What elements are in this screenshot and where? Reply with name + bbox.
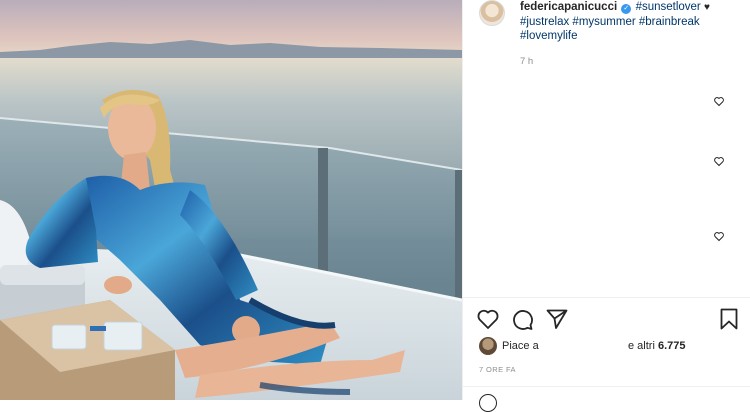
hashtag-lovemylife[interactable]: #lovemylife bbox=[520, 30, 578, 42]
post-photo-illustration bbox=[0, 0, 462, 400]
comment-like-heart-icon[interactable] bbox=[713, 155, 725, 167]
comment-icon[interactable] bbox=[510, 307, 534, 331]
caption-timestamp: 7 h bbox=[520, 56, 534, 67]
likes-suffix-label: e altri bbox=[628, 340, 655, 352]
hashtag-brainbreak[interactable]: #brainbreak bbox=[639, 16, 700, 28]
verified-badge-icon: ✓ bbox=[621, 4, 632, 14]
comment-like-heart-icon[interactable] bbox=[713, 95, 725, 107]
hashtag-mysummer[interactable]: #mysummer bbox=[572, 16, 635, 28]
author-avatar[interactable] bbox=[479, 0, 505, 26]
emoji-icon[interactable] bbox=[479, 394, 497, 412]
likes-prefix-text: Piace a bbox=[502, 340, 539, 352]
hashtag-justrelax[interactable]: #justrelax bbox=[520, 16, 569, 28]
share-icon[interactable] bbox=[545, 307, 569, 331]
actions-divider bbox=[463, 297, 750, 298]
likes-count: 6.775 bbox=[657, 340, 686, 352]
liker-avatar[interactable] bbox=[479, 337, 497, 355]
post-caption: federicapanicucci ✓ #sunsetlover ♥ #just… bbox=[520, 0, 740, 43]
likes-others-link[interactable]: e altri 6.775 bbox=[628, 340, 686, 352]
post-image[interactable] bbox=[0, 0, 462, 400]
author-username[interactable]: federicapanicucci bbox=[520, 1, 617, 13]
comment-like-heart-icon[interactable] bbox=[713, 230, 725, 242]
likes-summary: Piace a e altri 6.775 bbox=[479, 336, 739, 356]
post-timestamp[interactable]: 7 ORE FA bbox=[479, 365, 516, 374]
hashtag-sunsetlover[interactable]: #sunsetlover bbox=[636, 1, 701, 13]
heart-icon[interactable] bbox=[476, 307, 500, 331]
caption-heart: ♥ bbox=[703, 2, 710, 13]
post-details-panel: federicapanicucci ✓ #sunsetlover ♥ #just… bbox=[462, 0, 750, 412]
bookmark-icon[interactable] bbox=[717, 307, 741, 331]
comment-box-divider bbox=[463, 386, 750, 387]
